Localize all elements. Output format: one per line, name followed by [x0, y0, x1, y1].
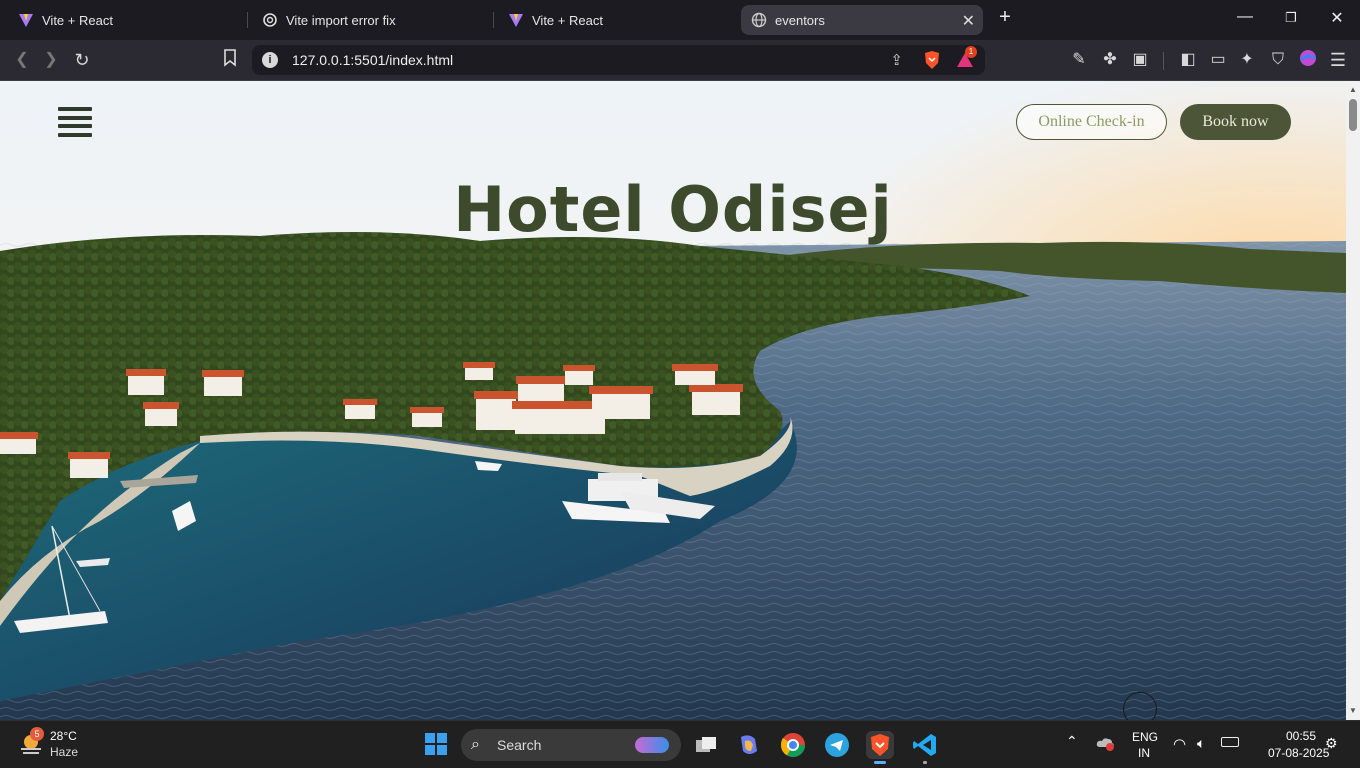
tab-strip: Vite + React Vite import error fix Vite … — [0, 0, 1360, 40]
input-language[interactable]: ENG — [1132, 730, 1158, 744]
onedrive-status-icon[interactable] — [1096, 735, 1116, 751]
vite-icon — [509, 14, 523, 27]
tab-title: eventors — [775, 12, 825, 28]
weather-badge: 5 — [30, 727, 44, 741]
brave-rewards-icon[interactable]: 1 — [955, 46, 977, 70]
close-window-icon[interactable]: ✕ — [1322, 8, 1352, 28]
volume-icon[interactable]: 🔈︎ — [1197, 735, 1205, 752]
reader-mode-icon[interactable]: ▣ — [1129, 49, 1151, 71]
temperature: 28°C — [50, 729, 77, 743]
tab-title: Vite + React — [42, 12, 113, 28]
new-tab-icon[interactable]: + — [990, 6, 1020, 29]
tab-vite-import-error[interactable]: Vite import error fix — [252, 5, 490, 35]
tab-vite-react-1[interactable]: Vite + React — [8, 5, 246, 35]
scrollbar[interactable]: ▲ ▼ — [1346, 81, 1360, 720]
menu-icon[interactable]: ☰ — [1327, 49, 1349, 71]
taskbar-search[interactable]: ⌕ Search — [461, 729, 681, 761]
forward-icon[interactable]: ❯ — [40, 49, 62, 71]
back-icon[interactable]: ❮ — [11, 49, 33, 71]
tab-eventors[interactable]: eventors ✕ — [741, 5, 983, 35]
share-icon[interactable]: ⇪ — [890, 51, 903, 69]
notification-badge: 1 — [965, 46, 977, 58]
profile-icon[interactable] — [1297, 49, 1319, 71]
close-tab-icon[interactable]: ✕ — [962, 11, 975, 31]
maximize-icon[interactable]: ❐ — [1276, 10, 1306, 26]
page-title: Hotel Odisej — [453, 173, 893, 246]
brave-shields-icon[interactable] — [923, 50, 941, 70]
site-info-icon[interactable]: i — [262, 52, 278, 68]
show-hidden-icons[interactable]: ⌃ — [1066, 733, 1078, 750]
notifications-icon[interactable]: ⚙ — [1325, 735, 1338, 752]
search-icon: ⌕ — [471, 736, 480, 753]
bookmark-icon[interactable] — [219, 49, 241, 71]
tab-title: Vite + React — [532, 12, 603, 28]
vpn-icon[interactable]: ⛉ — [1267, 49, 1289, 71]
search-highlight-icon — [635, 737, 669, 753]
openai-icon — [263, 13, 277, 27]
cursor-ring — [1123, 692, 1157, 720]
book-now-button[interactable]: Book now — [1180, 104, 1291, 140]
telegram-icon[interactable] — [823, 731, 851, 759]
hamburger-menu-icon[interactable] — [58, 107, 92, 137]
online-checkin-button[interactable]: Online Check-in — [1016, 104, 1167, 140]
windows-taskbar: 5 28°C Haze ⌕ Search ⌃ ENG IN ◠ 🔈︎ 00:55… — [0, 720, 1360, 768]
wifi-icon[interactable]: ◠ — [1173, 735, 1186, 753]
extensions-icon[interactable]: ✤ — [1099, 49, 1121, 71]
weather-condition: Haze — [50, 745, 79, 759]
scroll-up-icon[interactable]: ▲ — [1349, 85, 1357, 94]
scroll-down-icon[interactable]: ▼ — [1349, 706, 1357, 715]
input-region: IN — [1138, 746, 1150, 760]
vite-icon — [19, 14, 33, 27]
weather-widget[interactable]: 5 — [18, 727, 44, 757]
minimize-icon[interactable]: — — [1230, 8, 1260, 26]
start-icon[interactable] — [423, 731, 451, 759]
chrome-icon[interactable] — [779, 731, 807, 759]
tab-vite-react-2[interactable]: Vite + React — [498, 5, 736, 35]
url-text: 127.0.0.1:5501/index.html — [292, 52, 454, 68]
brave-taskbar-icon[interactable] — [866, 731, 894, 764]
eyedropper-icon[interactable]: ✎ — [1068, 49, 1090, 71]
address-bar[interactable]: i 127.0.0.1:5501/index.html ⇪ 1 — [252, 45, 985, 75]
tab-title: Vite import error fix — [286, 12, 396, 28]
battery-icon[interactable] — [1221, 737, 1239, 747]
copilot-icon[interactable] — [735, 731, 763, 759]
leo-ai-icon[interactable]: ✦ — [1236, 49, 1258, 71]
globe-icon — [751, 12, 767, 28]
vscode-icon[interactable] — [911, 731, 939, 764]
browser-toolbar: ❮ ❯ ↻ i 127.0.0.1:5501/index.html ⇪ 1 ✎ … — [0, 40, 1360, 81]
wallet-icon[interactable]: ▭ — [1207, 49, 1229, 71]
clock-date: 07-08-2025 — [1268, 746, 1330, 760]
sidebar-icon[interactable]: ◧ — [1177, 49, 1199, 71]
reload-icon[interactable]: ↻ — [71, 49, 93, 71]
scrollbar-thumb[interactable] — [1349, 99, 1357, 131]
task-view-icon[interactable] — [692, 731, 720, 759]
search-label: Search — [497, 737, 542, 753]
page-viewport: Online Check-in Book now Hotel Odisej — [0, 81, 1346, 720]
clock-time[interactable]: 00:55 — [1286, 729, 1316, 743]
